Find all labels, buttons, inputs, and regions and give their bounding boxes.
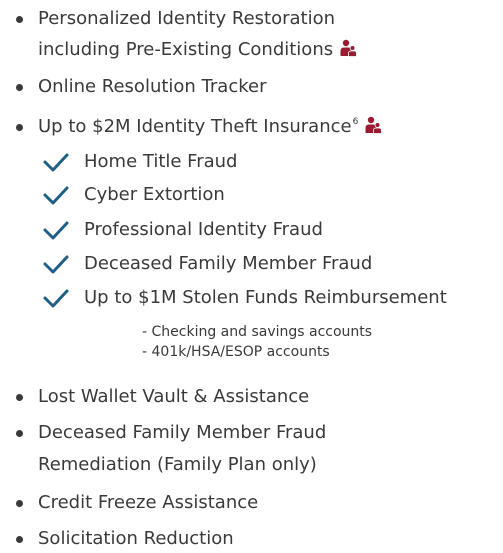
- bullet-dot: [16, 16, 23, 23]
- lost-wallet-label: Lost Wallet Vault & Assistance: [38, 386, 310, 407]
- restoration-label-line1: Personalized Identity Restoration: [38, 8, 336, 29]
- check-icon: [42, 151, 70, 173]
- bullet-dot: [16, 500, 23, 507]
- deceased-label-line2: Remediation (Family Plan only): [38, 454, 317, 475]
- bullet-dot: [16, 536, 23, 543]
- funds-sub-item-label: - Checking and savings accounts: [142, 324, 373, 340]
- tracker-label: Online Resolution Tracker: [38, 76, 267, 97]
- check-icon: [42, 287, 70, 309]
- family-icon: [364, 116, 382, 134]
- funds-sub-item-label: - 401k/HSA/ESOP accounts: [142, 344, 330, 360]
- bullet-dot: [16, 124, 23, 131]
- insurance-item-label: Cyber Extortion: [84, 184, 225, 205]
- insurance-label: Up to $2M Identity Theft Insurance: [38, 116, 352, 137]
- insurance-footnote: 6: [352, 117, 359, 127]
- check-icon: [42, 184, 70, 206]
- insurance-item-label: Deceased Family Member Fraud: [84, 253, 373, 274]
- deceased-label-line1: Deceased Family Member Fraud: [38, 422, 327, 443]
- bullet-dot: [16, 394, 23, 401]
- credit-freeze-label: Credit Freeze Assistance: [38, 492, 259, 513]
- insurance-item-label: Professional Identity Fraud: [84, 219, 323, 240]
- insurance-item-label: Home Title Fraud: [84, 151, 238, 172]
- insurance-item-label: Up to $1M Stolen Funds Reimbursement: [84, 287, 447, 308]
- family-icon: [339, 39, 357, 57]
- bullet-dot: [16, 84, 23, 91]
- bullet-dot: [16, 430, 23, 437]
- check-icon: [42, 253, 70, 275]
- solicitation-label: Solicitation Reduction: [38, 528, 234, 549]
- restoration-label-line2: including Pre-Existing Conditions: [38, 39, 334, 60]
- check-icon: [42, 219, 70, 241]
